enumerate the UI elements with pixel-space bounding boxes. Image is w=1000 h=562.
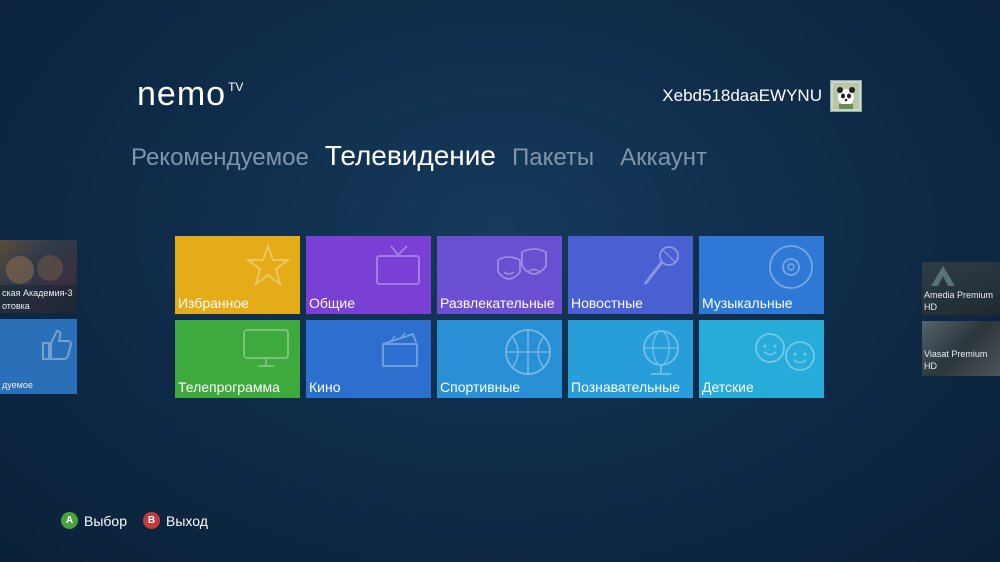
category-grid: Избранное Общие Развлекательные Новостны…	[175, 236, 824, 398]
left-carousel: ская Академия-3 отовка дуемое	[0, 240, 77, 400]
nav-tab-packages[interactable]: Пакеты	[512, 144, 594, 172]
right-tile-title: Amedia Premium	[924, 290, 994, 300]
tile-general[interactable]: Общие	[306, 236, 431, 314]
star-icon	[245, 243, 291, 287]
tile-label: Телепрограмма	[178, 379, 280, 395]
microphone-icon	[643, 246, 679, 285]
tile-label: Кино	[309, 379, 341, 395]
app-logo: nemo TV	[137, 74, 243, 114]
b-button-icon: B	[143, 512, 160, 529]
tile-kids[interactable]: Детские	[699, 320, 824, 398]
logo-text: nemo	[137, 75, 227, 113]
tile-label: Развлекательные	[440, 295, 555, 311]
right-tile-amedia[interactable]: Amedia Premium HD	[922, 262, 1000, 315]
right-tile-subtitle: HD	[924, 302, 937, 312]
theater-masks-icon	[497, 248, 547, 280]
left-tile-recommended[interactable]: дуемое	[0, 319, 77, 394]
nav-tab-recommended[interactable]: Рекомендуемое	[131, 144, 309, 172]
tile-favorites[interactable]: Избранное	[175, 236, 300, 314]
a-button-icon: A	[61, 512, 78, 529]
user-name: Xebd518daaEWYNU	[662, 86, 822, 105]
kids-faces-icon	[755, 333, 815, 371]
tile-label: Музыкальные	[702, 295, 793, 311]
thumbs-up-icon	[42, 329, 73, 360]
tile-label: Детские	[702, 379, 754, 395]
tile-educational[interactable]: Познавательные	[568, 320, 693, 398]
right-tile-viasat[interactable]: Viasat Premium HD	[922, 321, 1000, 376]
tile-sports[interactable]: Спортивные	[437, 320, 562, 398]
left-tile-movie[interactable]: ская Академия-3 отовка	[0, 240, 77, 313]
user-profile[interactable]: Xebd518daaEWYNU	[662, 80, 862, 112]
left-tile-title-line1: ская Академия-3	[2, 288, 73, 298]
tile-label: Спортивные	[440, 379, 521, 395]
left-tile-label: дуемое	[2, 380, 33, 390]
nav-tab-television[interactable]: Телевидение	[325, 140, 496, 172]
left-tile-title-line2: отовка	[2, 301, 30, 311]
monitor-icon	[243, 329, 289, 367]
right-tile-title: Viasat Premium	[924, 349, 988, 359]
select-hint[interactable]: Выбор	[84, 513, 127, 529]
tile-label: Общие	[309, 295, 356, 311]
tile-label: Избранное	[178, 295, 249, 311]
globe-icon	[643, 330, 679, 375]
music-disc-icon	[769, 245, 813, 289]
tile-label: Новостные	[571, 295, 643, 311]
logo-tv-superscript: TV	[228, 80, 244, 94]
tile-cinema[interactable]: Кино	[306, 320, 431, 398]
clapperboard-icon	[382, 332, 418, 367]
tile-news[interactable]: Новостные	[568, 236, 693, 314]
right-carousel: Amedia Premium HD Viasat Premium HD	[922, 262, 1000, 382]
tile-tv-guide[interactable]: Телепрограмма	[175, 320, 300, 398]
nav-tab-account[interactable]: Аккаунт	[620, 144, 707, 172]
amedia-logo-icon	[931, 266, 955, 286]
right-tile-subtitle: HD	[924, 361, 937, 371]
tile-entertainment[interactable]: Развлекательные	[437, 236, 562, 314]
basketball-icon	[505, 329, 551, 375]
tv-icon	[376, 245, 420, 285]
exit-hint[interactable]: Выход	[166, 513, 208, 529]
footer-controls: A Выбор B Выход	[61, 512, 218, 529]
main-nav: Рекомендуемое Телевидение Пакеты Аккаунт	[131, 140, 723, 172]
panda-avatar-icon[interactable]	[830, 80, 862, 112]
tile-label: Познавательные	[571, 379, 681, 395]
tile-music[interactable]: Музыкальные	[699, 236, 824, 314]
